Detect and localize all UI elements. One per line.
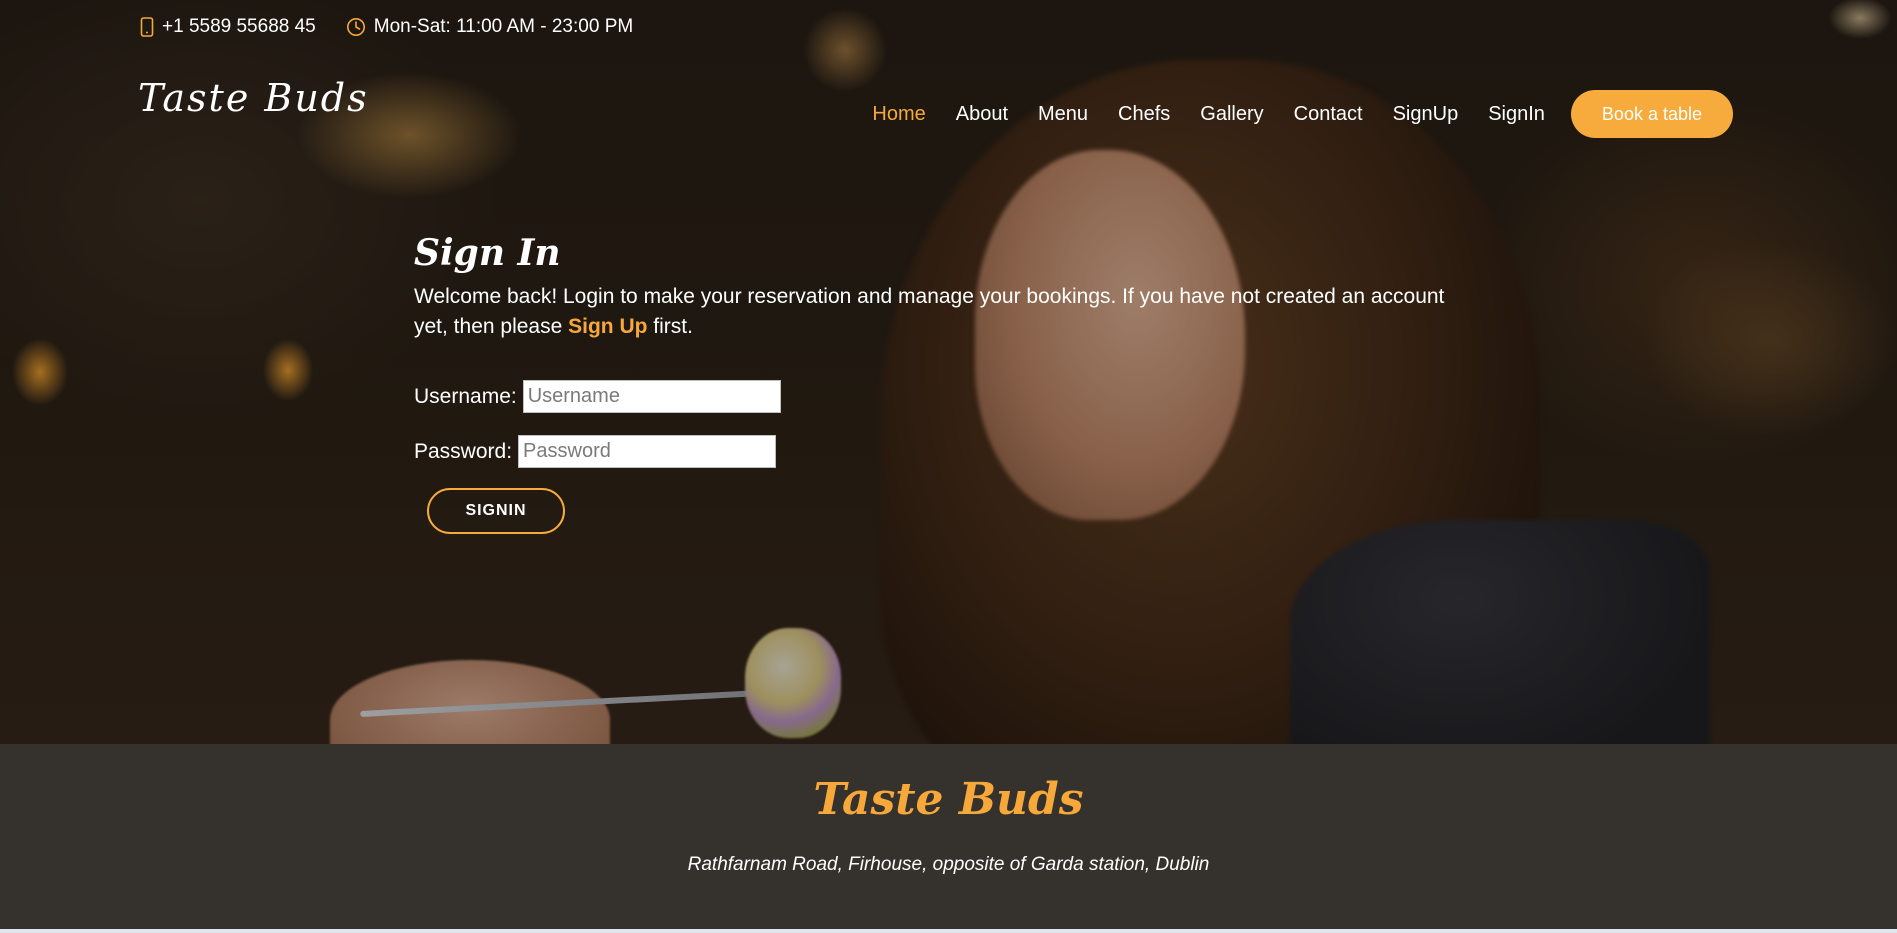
nav-home[interactable]: Home — [872, 103, 925, 126]
footer: Taste Buds Rathfarnam Road, Firhouse, op… — [0, 744, 1897, 929]
nav-contact[interactable]: Contact — [1294, 103, 1363, 126]
username-input[interactable] — [522, 380, 781, 413]
main-nav: Home About Menu Chefs Gallery Contact Si… — [842, 90, 1733, 138]
signin-intro: Welcome back! Login to make your reserva… — [414, 282, 1454, 342]
signin-title: Sign In — [414, 232, 561, 274]
top-info-bar: +1 5589 55688 45 Mon-Sat: 11:00 AM - 23:… — [140, 16, 663, 38]
phone-info: +1 5589 55688 45 — [140, 16, 316, 38]
nav-about[interactable]: About — [956, 103, 1008, 126]
password-row: Password: — [414, 435, 1454, 468]
signup-link[interactable]: Sign Up — [568, 315, 647, 338]
nav-gallery[interactable]: Gallery — [1200, 103, 1263, 126]
clock-icon — [346, 18, 365, 36]
hours-info: Mon-Sat: 11:00 AM - 23:00 PM — [346, 16, 633, 38]
nav-signin[interactable]: SignIn — [1488, 103, 1545, 126]
signin-section: Sign In Welcome back! Login to make your… — [414, 232, 1454, 534]
nav-signup[interactable]: SignUp — [1393, 103, 1459, 126]
opening-hours: Mon-Sat: 11:00 AM - 23:00 PM — [373, 16, 634, 37]
page: +1 5589 55688 45 Mon-Sat: 11:00 AM - 23:… — [0, 0, 1897, 933]
nav-menu[interactable]: Menu — [1038, 103, 1088, 126]
site-logo[interactable]: Taste Buds — [138, 76, 369, 120]
nav-chefs[interactable]: Chefs — [1118, 103, 1170, 126]
signin-button[interactable]: SIGNIN — [427, 488, 565, 534]
password-input[interactable] — [518, 435, 777, 468]
phone-icon — [140, 17, 154, 37]
username-row: Username: — [414, 380, 1454, 413]
book-a-table-button[interactable]: Book a table — [1570, 90, 1733, 138]
username-label: Username: — [414, 384, 517, 408]
intro-text-after: first. — [647, 315, 693, 338]
bottom-strip — [0, 929, 1897, 933]
phone-number: +1 5589 55688 45 — [162, 16, 316, 37]
footer-address: Rathfarnam Road, Firhouse, opposite of G… — [687, 854, 1210, 875]
footer-title: Taste Buds — [813, 774, 1084, 825]
password-label: Password: — [414, 439, 513, 463]
